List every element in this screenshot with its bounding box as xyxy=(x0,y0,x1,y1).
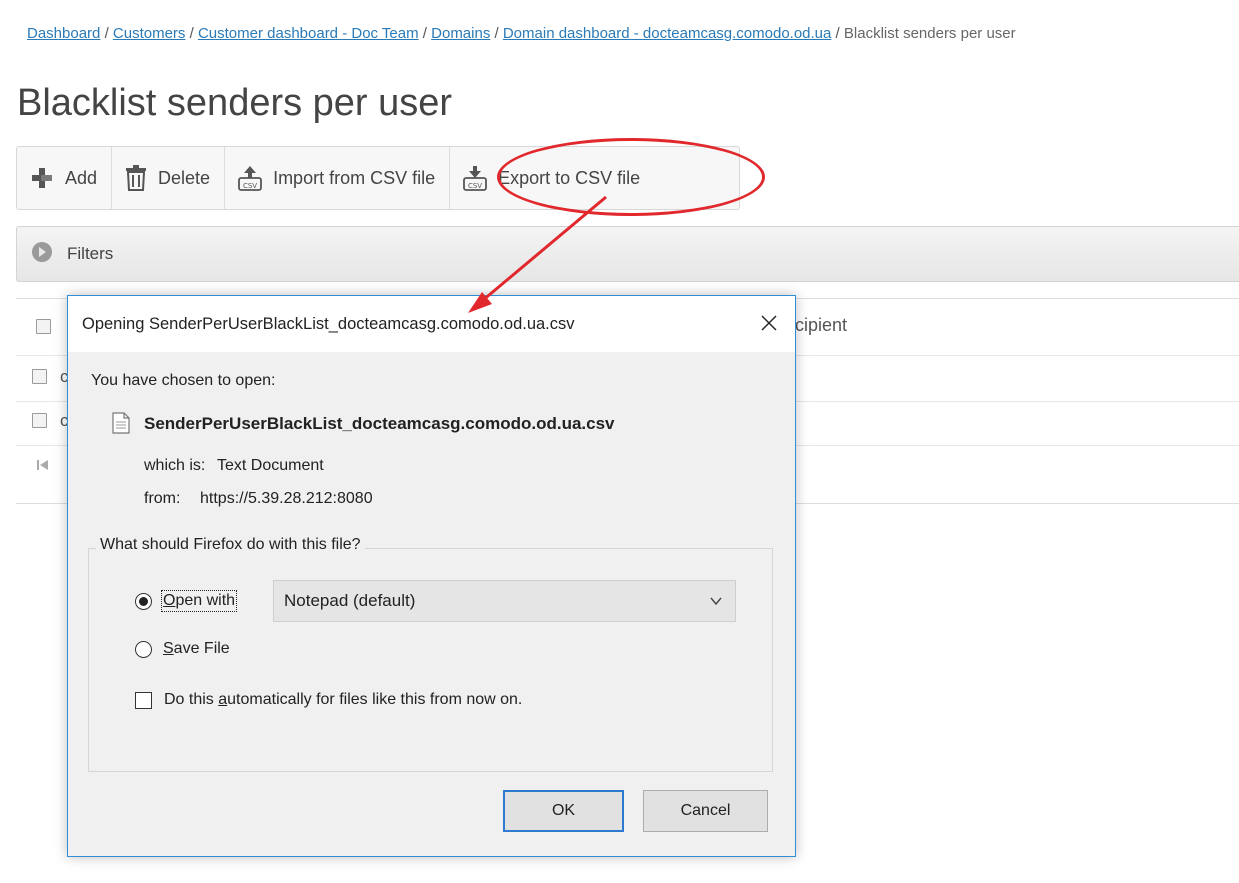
column-header-recipient[interactable]: cipient xyxy=(795,315,847,336)
from-label: from: xyxy=(144,490,181,507)
breadcrumb-current: Blacklist senders per user xyxy=(843,25,1016,42)
which-is-label: which is: xyxy=(144,457,206,474)
open-with-app-select[interactable]: Notepad (default) xyxy=(273,580,736,622)
svg-text:CSV: CSV xyxy=(243,182,257,190)
breadcrumb-link-customers[interactable]: Customers xyxy=(113,25,186,42)
open-with-accesskey: O xyxy=(163,592,176,609)
save-file-radio[interactable] xyxy=(135,641,152,658)
document-icon xyxy=(112,412,130,439)
add-button[interactable]: Add xyxy=(17,147,113,209)
filters-label: Filters xyxy=(67,244,114,263)
dialog-title: Opening SenderPerUserBlackList_docteamca… xyxy=(82,315,575,333)
add-button-label: Add xyxy=(65,167,98,188)
auto-action-checkbox[interactable] xyxy=(135,692,152,709)
import-csv-button-label: Import from CSV file xyxy=(273,167,436,188)
save-file-label[interactable]: Save File xyxy=(163,640,230,658)
import-csv-button[interactable]: CSV Import from CSV file xyxy=(225,147,451,209)
export-csv-button[interactable]: CSV Export to CSV file xyxy=(450,147,654,209)
delete-button[interactable]: Delete xyxy=(112,147,226,209)
delete-button-label: Delete xyxy=(158,167,211,188)
first-page-icon[interactable] xyxy=(36,458,50,477)
breadcrumb-link-domain-dashboard[interactable]: Domain dashboard - docteamcasg.comodo.od… xyxy=(503,25,832,42)
auto-action-label-rest: utomatically for files like this from no… xyxy=(227,691,523,708)
select-all-checkbox[interactable] xyxy=(36,319,51,334)
breadcrumb-link-domains[interactable]: Domains xyxy=(431,25,490,42)
breadcrumb-link-dashboard[interactable]: Dashboard xyxy=(27,25,100,42)
toolbar: Add Delete CSV Import from CSV file CSV … xyxy=(16,146,740,210)
save-file-label-rest: ave File xyxy=(173,640,230,657)
cancel-button[interactable]: Cancel xyxy=(643,790,768,832)
save-file-accesskey: S xyxy=(163,640,174,657)
open-with-radio[interactable] xyxy=(135,593,152,610)
open-with-label[interactable]: Open with xyxy=(160,590,238,612)
auto-action-accesskey: a xyxy=(218,691,228,708)
auto-action-label[interactable]: Do this automatically for files like thi… xyxy=(164,691,522,709)
breadcrumb-link-customer-dashboard[interactable]: Customer dashboard - Doc Team xyxy=(198,25,419,42)
firefox-question-label: What should Firefox do with this file? xyxy=(96,536,365,554)
breadcrumb: Dashboard / Customers / Customer dashboa… xyxy=(27,25,1239,45)
open-with-label-rest: pen with xyxy=(175,592,236,609)
from-url-value: https://5.39.28.212:8080 xyxy=(200,490,373,507)
csv-import-icon: CSV xyxy=(237,165,263,191)
breadcrumb-separator: / xyxy=(422,25,427,42)
open-with-app-value: Notepad (default) xyxy=(284,591,416,610)
chosen-to-open-text: You have chosen to open: xyxy=(91,372,276,389)
breadcrumb-separator: / xyxy=(835,25,840,42)
trash-icon xyxy=(124,165,148,191)
csv-export-icon: CSV xyxy=(462,165,488,191)
breadcrumb-separator: / xyxy=(104,25,109,42)
page-title: Blacklist senders per user xyxy=(17,82,453,124)
file-type-value: Text Document xyxy=(217,457,324,474)
plus-icon xyxy=(29,165,55,191)
breadcrumb-separator: / xyxy=(189,25,194,42)
chevron-down-icon xyxy=(709,593,723,613)
filters-bar[interactable]: Filters xyxy=(16,226,1239,282)
row-checkbox[interactable] xyxy=(32,413,47,428)
dialog-titlebar: Opening SenderPerUserBlackList_docteamca… xyxy=(68,296,795,352)
breadcrumb-separator: / xyxy=(494,25,499,42)
file-name: SenderPerUserBlackList_docteamcasg.comod… xyxy=(144,414,615,433)
file-open-dialog: Opening SenderPerUserBlackList_docteamca… xyxy=(67,295,796,857)
export-csv-button-label: Export to CSV file xyxy=(498,167,641,188)
auto-action-label-prefix: Do this xyxy=(164,691,219,708)
row-checkbox[interactable] xyxy=(32,369,47,384)
ok-button[interactable]: OK xyxy=(503,790,624,832)
expand-arrow-icon xyxy=(31,241,53,268)
close-icon[interactable] xyxy=(754,308,784,338)
svg-text:CSV: CSV xyxy=(468,182,482,190)
